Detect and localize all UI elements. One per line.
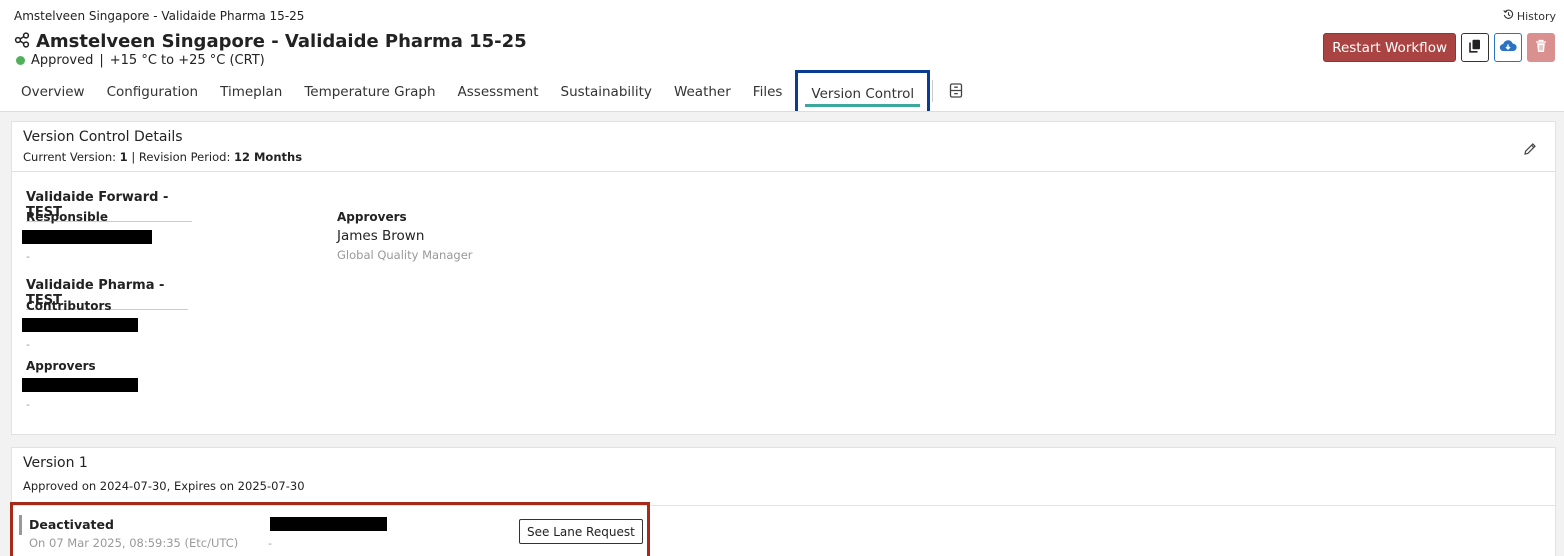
temperature-range: +15 °C to +25 °C (CRT) bbox=[109, 53, 265, 68]
edit-pencil-icon[interactable] bbox=[1523, 141, 1537, 160]
current-version-label: Current Version: bbox=[23, 150, 117, 164]
responsible-dash: - bbox=[26, 250, 30, 263]
approver-role: Global Quality Manager bbox=[337, 248, 473, 262]
history-icon bbox=[1503, 9, 1514, 23]
tab-label: Weather bbox=[673, 84, 731, 100]
version-control-details-card: Version Control Details Current Version:… bbox=[11, 121, 1556, 435]
version-title: Version 1 bbox=[23, 455, 88, 471]
tab-label: Sustainability bbox=[560, 84, 652, 100]
subtitle-separator: | bbox=[131, 150, 136, 164]
tab-timeplan[interactable]: Timeplan bbox=[209, 74, 293, 110]
details-header: Version Control Details Current Version:… bbox=[12, 122, 1555, 172]
state-date: On 07 Mar 2025, 08:59:35 (Etc/UTC) bbox=[29, 536, 239, 550]
copy-button[interactable] bbox=[1461, 33, 1489, 62]
tab-label: Version Control bbox=[811, 86, 915, 102]
state-label: Deactivated bbox=[29, 517, 114, 532]
contributors-label: Contributors bbox=[26, 299, 112, 313]
tab-configuration[interactable]: Configuration bbox=[96, 74, 210, 110]
revision-period-label: Revision Period: bbox=[138, 150, 231, 164]
cloud-download-icon bbox=[1499, 38, 1517, 57]
tab-label: Files bbox=[752, 84, 783, 100]
tab-label: Overview bbox=[21, 84, 85, 100]
redacted-block bbox=[22, 378, 138, 392]
trash-icon bbox=[1535, 38, 1547, 57]
responsible-label: Responsible bbox=[26, 210, 108, 224]
contributors-dash: - bbox=[26, 338, 30, 351]
redacted-block bbox=[270, 517, 387, 531]
tab-label: Assessment bbox=[457, 84, 539, 100]
history-link[interactable]: History bbox=[1503, 9, 1556, 23]
delete-button[interactable] bbox=[1527, 33, 1555, 62]
tab-label: Temperature Graph bbox=[304, 84, 436, 100]
tab-files[interactable]: Files bbox=[742, 74, 794, 110]
status-separator: | bbox=[99, 53, 104, 68]
details-title: Version Control Details bbox=[23, 129, 183, 145]
tab-temperature-graph[interactable]: Temperature Graph bbox=[293, 74, 446, 110]
version-header: Version 1 Approved on 2024-07-30, Expire… bbox=[12, 448, 1555, 506]
tab-bar: Overview Configuration Timeplan Temperat… bbox=[0, 70, 971, 118]
tab-label: Timeplan bbox=[220, 84, 283, 100]
share-nodes-icon bbox=[14, 31, 30, 52]
download-button[interactable] bbox=[1494, 33, 1522, 62]
page-title: Amstelveen Singapore - Validaide Pharma … bbox=[36, 31, 527, 52]
approvers-label: Approvers bbox=[337, 210, 407, 224]
tab-divider bbox=[932, 80, 934, 102]
status-badge: Approved bbox=[31, 53, 94, 68]
details-subtitle: Current Version: 1 | Revision Period: 12… bbox=[23, 150, 1544, 164]
redacted-block bbox=[22, 230, 152, 244]
restart-workflow-button[interactable]: Restart Workflow bbox=[1323, 33, 1456, 62]
approver-name: James Brown bbox=[337, 228, 425, 244]
tab-overview[interactable]: Overview bbox=[0, 74, 96, 110]
tab-sustainability[interactable]: Sustainability bbox=[550, 74, 663, 110]
tab-more[interactable] bbox=[941, 74, 971, 110]
active-tab-underline bbox=[805, 104, 921, 107]
header-actions: Restart Workflow bbox=[1323, 33, 1555, 62]
approvers-label-pharma: Approvers bbox=[26, 359, 96, 373]
status-dot-icon bbox=[16, 56, 25, 65]
page-title-row: Amstelveen Singapore - Validaide Pharma … bbox=[14, 31, 527, 52]
see-lane-request-button[interactable]: See Lane Request bbox=[519, 519, 643, 544]
redacted-block bbox=[22, 318, 138, 332]
revision-period-value: 12 Months bbox=[233, 150, 303, 164]
copy-icon bbox=[1469, 38, 1481, 57]
history-label: History bbox=[1516, 9, 1556, 23]
version-history-row: Deactivated On 07 Mar 2025, 08:59:35 (Et… bbox=[10, 502, 650, 556]
state-bar bbox=[19, 515, 22, 535]
current-version-value: 1 bbox=[119, 150, 128, 164]
approvers-dash: - bbox=[26, 398, 30, 411]
tab-weather[interactable]: Weather bbox=[663, 74, 742, 110]
version-approved-text: Approved on 2024-07-30, Expires on 2025-… bbox=[23, 479, 305, 493]
archive-box-icon bbox=[949, 82, 963, 102]
tab-label: Configuration bbox=[106, 84, 199, 100]
tab-assessment[interactable]: Assessment bbox=[447, 74, 550, 110]
user-dash: - bbox=[268, 537, 272, 550]
breadcrumb: Amstelveen Singapore - Validaide Pharma … bbox=[14, 9, 305, 23]
status-row: Approved | +15 °C to +25 °C (CRT) bbox=[16, 53, 265, 68]
